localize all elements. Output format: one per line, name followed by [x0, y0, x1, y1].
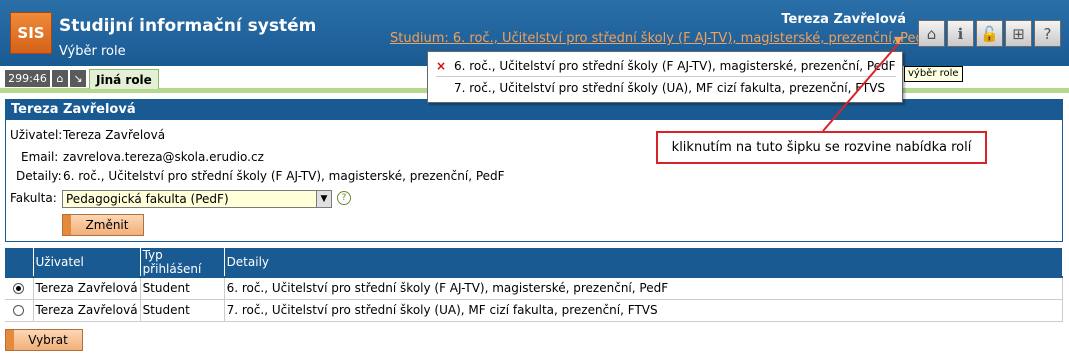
role-dropdown-arrow-icon[interactable]: ▼ [891, 34, 905, 48]
user-detail-panel: Tereza Zavřelová Uživatel: Tereza Zavřel… [5, 99, 1063, 242]
faculty-label: Fakulta: [10, 191, 57, 205]
role-option-2[interactable]: 7. roč., Učitelství pro střední školy (U… [436, 78, 885, 98]
role-radio-2[interactable] [13, 305, 25, 316]
details-value: 6. roč., Učitelství pro střední školy (F… [63, 169, 505, 183]
role-dropdown-menu: × 6. roč., Učitelství pro střední školy (… [427, 51, 903, 103]
col-header-details: Detaily [224, 248, 1064, 277]
app-title: Studijní informační systém [59, 16, 317, 36]
email-label: Email: [21, 150, 59, 164]
sis-logo[interactable]: SIS [10, 12, 52, 54]
row-details: 6. roč., Učitelství pro střední školy (F… [224, 276, 1064, 300]
help-icon[interactable]: ? [1034, 20, 1061, 47]
english-flag-icon[interactable]: ⊞ [1005, 20, 1032, 47]
details-label: Detaily: [16, 169, 62, 183]
chevron-down-icon[interactable]: ▼ [316, 191, 331, 207]
table-row[interactable]: Tereza Zavřelová Student 7. roč., Učitel… [5, 299, 1064, 322]
user-label: Uživatel: [10, 128, 63, 142]
help-bubble-icon[interactable]: ? [337, 191, 351, 205]
home-icon[interactable]: ⌂ [918, 20, 945, 47]
page-subtitle: Výběr role [59, 44, 126, 59]
logged-user-name: Tereza Zavřelová [781, 12, 906, 27]
row-details: 7. roč., Učitelství pro střední školy (U… [224, 299, 1064, 322]
selected-x-icon: × [436, 59, 447, 73]
col-header-user: Uživatel [33, 248, 141, 277]
arrow-down-right-icon[interactable]: ↘ [70, 70, 86, 87]
user-value: Tereza Zavřelová [63, 128, 166, 142]
change-button[interactable]: Změnit [62, 214, 144, 236]
panel-title: Tereza Zavřelová [6, 100, 1062, 120]
tab-jina-role[interactable]: Jiná role [89, 69, 159, 91]
info-icon[interactable]: ℹ [947, 20, 974, 47]
role-table: Uživatel Typ přihlášení Detaily Tereza Z… [5, 248, 1064, 322]
table-row[interactable]: Tereza Zavřelová Student 6. roč., Učitel… [5, 276, 1064, 300]
email-value: zavrelova.tereza@skola.erudio.cz [63, 150, 264, 164]
select-button[interactable]: Vybrat [5, 329, 83, 351]
faculty-select[interactable]: Pedagogická fakulta (PedF) ▼ [62, 190, 332, 208]
radio-column-header [5, 248, 34, 277]
row-type: Student [140, 276, 225, 300]
callout-box: kliknutím na tuto šipku se rozvine nabíd… [656, 131, 987, 164]
study-role-link[interactable]: Studium: 6. roč., Učitelství pro střední… [390, 31, 931, 46]
role-radio-1[interactable] [13, 283, 25, 295]
lock-icon[interactable]: 🔓 [976, 20, 1003, 47]
dropdown-divider [436, 76, 896, 77]
row-type: Student [140, 299, 225, 322]
row-user: Tereza Zavřelová [33, 276, 141, 300]
home-small-icon[interactable]: ⌂ [52, 70, 68, 87]
row-user: Tereza Zavřelová [33, 299, 141, 322]
role-option-1[interactable]: × 6. roč., Učitelství pro střední školy (… [436, 56, 896, 76]
session-timer: 299:46 [5, 70, 50, 87]
col-header-type: Typ přihlášení [140, 248, 225, 277]
tooltip: výběr role [904, 66, 963, 82]
